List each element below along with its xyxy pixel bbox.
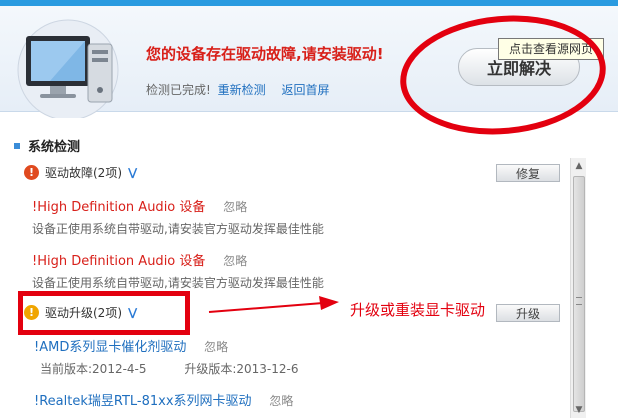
upgrade-button[interactable]: 升级 <box>496 304 560 322</box>
status-text: 检测已完成! <box>146 83 211 97</box>
computer-monitor-icon <box>17 19 119 118</box>
category-label: 驱动故障(2项) <box>45 166 122 180</box>
status-line: 检测已完成! 重新检测 返回首屏 <box>146 81 330 98</box>
upgrade-version: 升级版本:2013-12-6 <box>184 362 299 376</box>
scroll-down-icon[interactable]: ▼ <box>571 402 587 418</box>
alert-title: 您的设备存在驱动故障,请安装驱动! <box>146 45 384 63</box>
ignore-link[interactable]: 忽略 <box>269 394 293 408</box>
warning-icon: ! <box>24 305 39 320</box>
list-item: !AMD系列显卡催化剂驱动 忽略 <box>34 336 228 355</box>
repair-button[interactable]: 修复 <box>496 164 560 182</box>
driver-name[interactable]: !Realtek瑞昱RTL-81xx系列网卡驱动 <box>34 394 252 409</box>
chevron-down-icon[interactable]: ⋁ <box>128 166 137 179</box>
driver-description: 设备正使用系统自带驱动,请安装官方驱动发挥最佳性能 <box>32 222 324 236</box>
driver-name[interactable]: !High Definition Audio 设备 <box>32 254 205 269</box>
grip-icon <box>576 297 582 305</box>
vertical-scrollbar[interactable]: ▲ ▼ <box>570 158 586 418</box>
ignore-link[interactable]: 忽略 <box>223 200 247 214</box>
home-link[interactable]: 返回首屏 <box>281 83 329 97</box>
section-title-label: 系统检测 <box>28 140 81 155</box>
category-row-fault: ! 驱动故障(2项) ⋁ <box>24 164 137 181</box>
driver-name[interactable]: !High Definition Audio 设备 <box>32 200 205 215</box>
driver-description: 设备正使用系统自带驱动,请安装官方驱动发挥最佳性能 <box>32 276 324 290</box>
recheck-link[interactable]: 重新检测 <box>218 83 266 97</box>
driver-name[interactable]: !AMD系列显卡催化剂驱动 <box>34 340 186 355</box>
annotation-text: 升级或重装显卡驱动 <box>350 301 486 319</box>
red-arrow-icon <box>208 296 339 313</box>
detection-list: ! 驱动故障(2项) ⋁ 修复 !High Definition Audio 设… <box>0 158 570 418</box>
error-icon: ! <box>24 165 39 180</box>
ignore-link[interactable]: 忽略 <box>223 254 247 268</box>
ignore-link[interactable]: 忽略 <box>204 340 228 354</box>
list-item: !High Definition Audio 设备 忽略 <box>32 250 247 269</box>
category-row-upgrade: ! 驱动升级(2项) ⋁ <box>24 304 137 321</box>
scroll-up-icon[interactable]: ▲ <box>571 158 587 174</box>
section-title: 系统检测 <box>14 136 80 155</box>
category-label: 驱动升级(2项) <box>45 306 122 320</box>
chevron-down-icon[interactable]: ⋁ <box>128 306 137 319</box>
header-panel: 您的设备存在驱动故障,请安装驱动! 检测已完成! 重新检测 返回首屏 立即解决 … <box>0 6 618 143</box>
scroll-thumb[interactable] <box>573 176 585 412</box>
version-info: 当前版本:2012-4-5 升级版本:2013-12-6 <box>40 360 299 377</box>
list-item: !Realtek瑞昱RTL-81xx系列网卡驱动 忽略 <box>34 390 293 409</box>
tooltip: 点击查看源网页 <box>498 38 604 60</box>
list-item: !High Definition Audio 设备 忽略 <box>32 196 247 215</box>
current-version: 当前版本:2012-4-5 <box>40 362 147 376</box>
square-bullet-icon <box>14 142 20 149</box>
